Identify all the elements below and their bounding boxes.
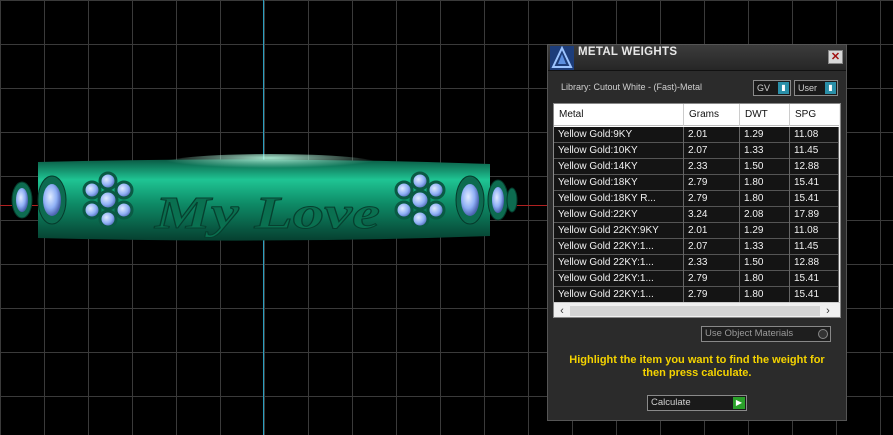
library-label: Library: Cutout White - (Fast)-Metal (561, 82, 703, 92)
dwt-cell: 1.33 (740, 143, 790, 159)
spg-cell: 11.08 (790, 223, 839, 239)
dwt-cell: 1.50 (740, 255, 790, 271)
metal-cell: Yellow Gold 22KY:1... (554, 239, 684, 255)
column-header-grams[interactable]: Grams (684, 104, 740, 126)
user-dropdown[interactable]: User ▮ (794, 80, 838, 96)
use-object-materials-toggle[interactable]: Use Object Materials (701, 326, 831, 342)
dwt-cell: 1.80 (740, 175, 790, 191)
table-row[interactable]: Yellow Gold 22KY:1... 2.79 1.80 15.41 (554, 271, 839, 287)
spg-cell: 15.41 (790, 175, 839, 191)
table-row[interactable]: Yellow Gold:18KY R... 2.79 1.80 15.41 (554, 191, 839, 207)
instruction-text: Highlight the item you want to find the … (569, 354, 825, 379)
metal-cell: Yellow Gold 22KY:9KY (554, 223, 684, 239)
spg-cell: 12.88 (790, 255, 839, 271)
metal-cell: Yellow Gold:18KY (554, 175, 684, 191)
table-row[interactable]: Yellow Gold:9KY 2.01 1.29 11.08 (554, 127, 839, 143)
table-row[interactable]: Yellow Gold 22KY:1... 2.33 1.50 12.88 (554, 255, 839, 271)
metal-cell: Yellow Gold 22KY:1... (554, 255, 684, 271)
vertical-scrollbar[interactable] (839, 126, 841, 301)
grams-cell: 2.79 (684, 271, 740, 287)
metal-table[interactable]: Metal Grams DWT SPG Yellow Gold:9KY 2.01 1… (553, 103, 841, 318)
scroll-down-icon[interactable]: ▼ (839, 290, 840, 301)
table-row[interactable]: Yellow Gold:18KY 2.79 1.80 15.41 (554, 175, 839, 191)
dwt-cell: 1.80 (740, 191, 790, 207)
ring-model[interactable]: My Love (0, 150, 548, 250)
gv-dropdown[interactable]: GV ▮ (753, 80, 791, 96)
panel-title: METAL WEIGHTS (578, 46, 678, 58)
grams-cell: 2.79 (684, 175, 740, 191)
table-row[interactable]: Yellow Gold:22KY 3.24 2.08 17.89 (554, 207, 839, 223)
grams-cell: 2.79 (684, 287, 740, 303)
grams-cell: 3.24 (684, 207, 740, 223)
dwt-cell: 1.80 (740, 271, 790, 287)
table-body: Yellow Gold:9KY 2.01 1.29 11.08 Yellow Gold… (554, 127, 839, 303)
app-logo-icon (550, 46, 574, 70)
grams-cell: 2.33 (684, 255, 740, 271)
column-header-spg[interactable]: SPG (790, 104, 839, 126)
grams-cell: 2.07 (684, 143, 740, 159)
column-header-metal[interactable]: Metal (554, 104, 684, 126)
grams-cell: 2.79 (684, 191, 740, 207)
radio-icon (818, 329, 828, 339)
grams-cell: 2.07 (684, 239, 740, 255)
grams-cell: 2.33 (684, 159, 740, 175)
scroll-up-icon[interactable]: ▲ (839, 104, 840, 126)
table-row[interactable]: Yellow Gold 22KY:1... 2.07 1.33 11.45 (554, 239, 839, 255)
vertical-scroll-thumb[interactable] (840, 128, 841, 228)
spg-cell: 17.89 (790, 207, 839, 223)
gv-dropdown-label: GV (757, 83, 771, 93)
close-icon[interactable]: ✕ (828, 50, 843, 64)
metal-cell: Yellow Gold 22KY:1... (554, 287, 684, 303)
spg-cell: 11.45 (790, 143, 839, 159)
use-object-materials-label: Use Object Materials (705, 328, 794, 339)
panel-titlebar[interactable]: METAL WEIGHTS ✕ (548, 45, 846, 71)
dropdown-arrow-icon: ▮ (825, 82, 836, 94)
scroll-right-icon[interactable]: › (822, 303, 834, 317)
dwt-cell: 1.29 (740, 127, 790, 143)
dwt-cell: 1.50 (740, 159, 790, 175)
metal-weights-panel: METAL WEIGHTS ✕ Library: Cutout White - … (547, 44, 847, 421)
dwt-cell: 1.33 (740, 239, 790, 255)
table-row[interactable]: Yellow Gold 22KY:9KY 2.01 1.29 11.08 (554, 223, 839, 239)
go-arrow-icon: ▶ (733, 397, 745, 409)
spg-cell: 15.41 (790, 191, 839, 207)
engraving-text: My Love (154, 187, 380, 238)
metal-cell: Yellow Gold:18KY R... (554, 191, 684, 207)
user-dropdown-label: User (798, 83, 818, 93)
dwt-cell: 2.08 (740, 207, 790, 223)
table-row[interactable]: Yellow Gold 22KY:1... 2.79 1.80 15.41 (554, 287, 839, 303)
dropdown-arrow-icon: ▮ (778, 82, 789, 94)
horizontal-scroll-thumb[interactable] (570, 306, 820, 316)
scroll-left-icon[interactable]: ‹ (556, 303, 568, 317)
table-header: Metal Grams DWT SPG (554, 104, 839, 126)
metal-cell: Yellow Gold 22KY:1... (554, 271, 684, 287)
spg-cell: 15.41 (790, 271, 839, 287)
spg-cell: 11.45 (790, 239, 839, 255)
dwt-cell: 1.80 (740, 287, 790, 303)
spg-cell: 11.08 (790, 127, 839, 143)
metal-cell: Yellow Gold:9KY (554, 127, 684, 143)
dwt-cell: 1.29 (740, 223, 790, 239)
calculate-button[interactable]: Calculate ▶ (647, 395, 747, 411)
spg-cell: 12.88 (790, 159, 839, 175)
grams-cell: 2.01 (684, 223, 740, 239)
metal-cell: Yellow Gold:22KY (554, 207, 684, 223)
table-row[interactable]: Yellow Gold:10KY 2.07 1.33 11.45 (554, 143, 839, 159)
column-header-dwt[interactable]: DWT (740, 104, 790, 126)
table-row[interactable]: Yellow Gold:14KY 2.33 1.50 12.88 (554, 159, 839, 175)
horizontal-scrollbar[interactable]: ‹ › (554, 302, 840, 317)
spg-cell: 15.41 (790, 287, 839, 303)
metal-cell: Yellow Gold:14KY (554, 159, 684, 175)
calculate-button-label: Calculate (651, 397, 691, 408)
grams-cell: 2.01 (684, 127, 740, 143)
metal-cell: Yellow Gold:10KY (554, 143, 684, 159)
